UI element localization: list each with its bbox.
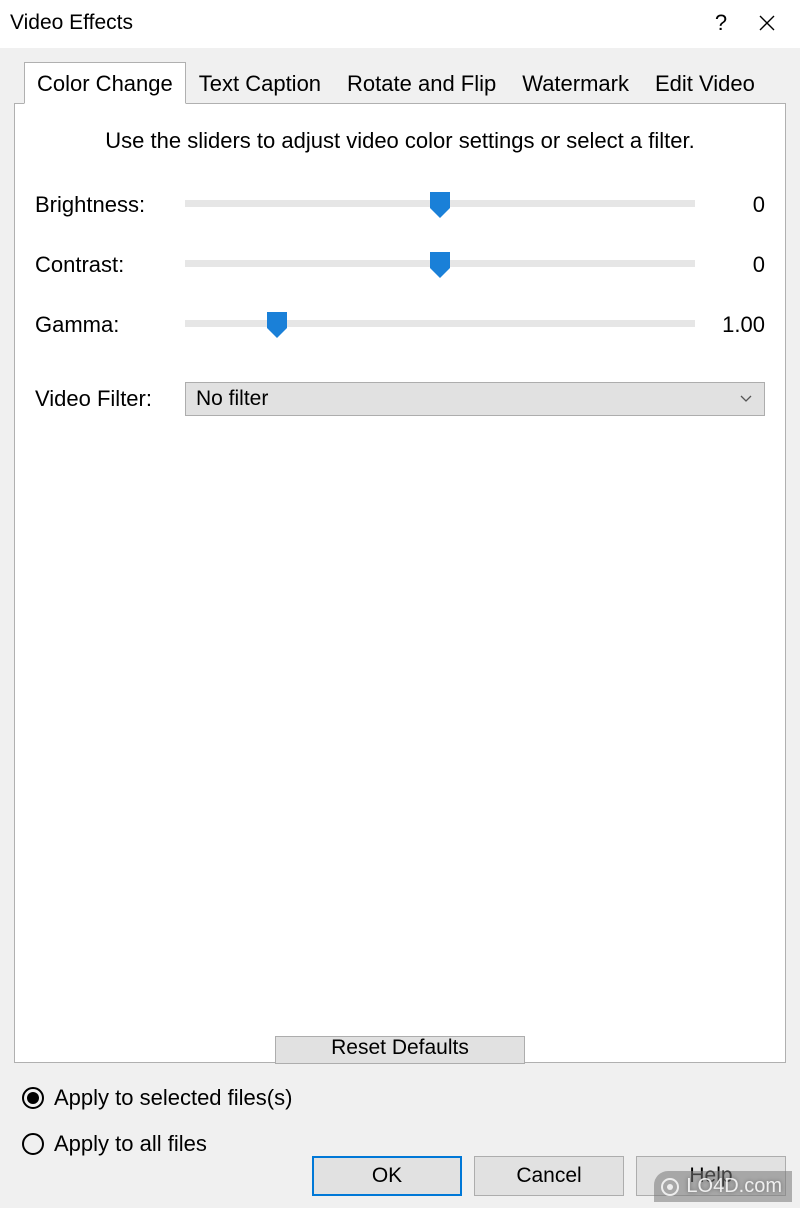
gamma-value: 1.00 <box>695 312 765 338</box>
slider-thumb[interactable] <box>428 190 452 220</box>
reset-defaults-label: Reset Defaults <box>331 1036 469 1059</box>
reset-defaults-button[interactable]: Reset Defaults <box>275 1036 525 1064</box>
tab-rotate-flip[interactable]: Rotate and Flip <box>334 64 509 103</box>
radio-label: Apply to selected files(s) <box>54 1085 292 1111</box>
tab-text-caption[interactable]: Text Caption <box>186 64 334 103</box>
brightness-slider[interactable] <box>185 190 695 220</box>
titlebar: Video Effects ? <box>0 0 800 48</box>
radio-label: Apply to all files <box>54 1131 207 1157</box>
radio-icon <box>22 1133 44 1155</box>
video-filter-row: Video Filter: No filter <box>35 382 765 416</box>
radio-icon <box>22 1087 44 1109</box>
dialog-title: Video Effects <box>10 11 698 35</box>
gamma-slider[interactable] <box>185 310 695 340</box>
watermark-text: LO4D.com <box>686 1175 782 1198</box>
tab-label: Text Caption <box>199 71 321 96</box>
apply-scope-group: Apply to selected files(s) Apply to all … <box>14 1085 786 1157</box>
brightness-row: Brightness: 0 <box>35 190 765 220</box>
radio-apply-all[interactable]: Apply to all files <box>22 1131 786 1157</box>
tab-panel-color-change: Use the sliders to adjust video color se… <box>14 103 786 1063</box>
close-icon[interactable] <box>744 14 790 32</box>
video-effects-dialog: Video Effects ? Color Change Text Captio… <box>0 0 800 1208</box>
button-label: OK <box>372 1164 402 1187</box>
tab-edit-video[interactable]: Edit Video <box>642 64 768 103</box>
source-watermark: LO4D.com <box>654 1171 792 1202</box>
button-label: Cancel <box>516 1164 581 1187</box>
tab-color-change[interactable]: Color Change <box>24 62 186 104</box>
brightness-label: Brightness: <box>35 192 185 218</box>
tab-label: Rotate and Flip <box>347 71 496 96</box>
ok-button[interactable]: OK <box>312 1156 462 1196</box>
tab-label: Color Change <box>37 71 173 96</box>
tab-label: Watermark <box>522 71 629 96</box>
video-filter-label: Video Filter: <box>35 386 185 412</box>
gamma-row: Gamma: 1.00 <box>35 310 765 340</box>
gamma-label: Gamma: <box>35 312 185 338</box>
brightness-value: 0 <box>695 192 765 218</box>
tab-label: Edit Video <box>655 71 755 96</box>
cancel-button[interactable]: Cancel <box>474 1156 624 1196</box>
chevron-down-icon <box>740 395 754 403</box>
video-filter-selected: No filter <box>196 387 740 411</box>
contrast-row: Contrast: 0 <box>35 250 765 280</box>
tab-strip: Color Change Text Caption Rotate and Fli… <box>24 62 786 103</box>
dialog-body: Color Change Text Caption Rotate and Fli… <box>0 48 800 1208</box>
contrast-label: Contrast: <box>35 252 185 278</box>
instruction-text: Use the sliders to adjust video color se… <box>35 128 765 154</box>
slider-thumb[interactable] <box>428 250 452 280</box>
contrast-value: 0 <box>695 252 765 278</box>
slider-thumb[interactable] <box>265 310 289 340</box>
tab-watermark[interactable]: Watermark <box>509 64 642 103</box>
radio-apply-selected[interactable]: Apply to selected files(s) <box>22 1085 786 1111</box>
help-icon[interactable]: ? <box>698 9 744 37</box>
slider-track <box>185 320 695 327</box>
contrast-slider[interactable] <box>185 250 695 280</box>
video-filter-dropdown[interactable]: No filter <box>185 382 765 416</box>
